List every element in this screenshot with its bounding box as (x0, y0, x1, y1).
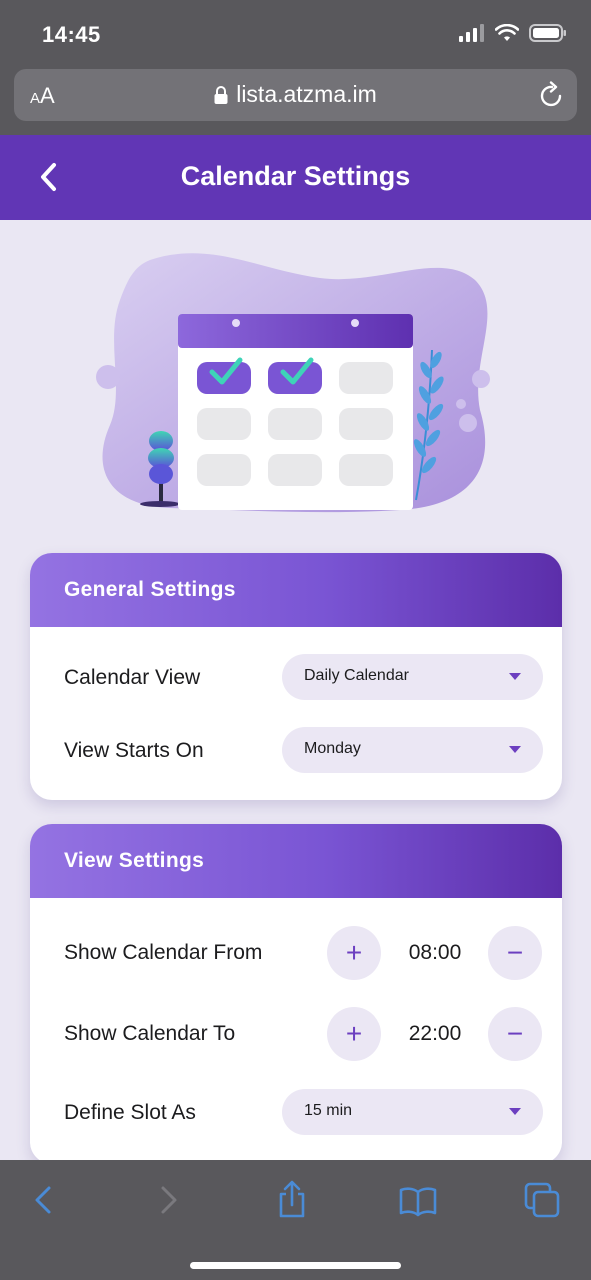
select-value: Monday (304, 740, 361, 757)
show-from-decrease-button[interactable]: − (488, 926, 542, 980)
card-title: General Settings (64, 578, 236, 601)
general-settings-card: General Settings Calendar View Daily Cal… (30, 553, 562, 800)
calendar-view-row: Calendar View Daily Calendar (30, 653, 562, 701)
show-from-increase-button[interactable]: + (327, 926, 381, 980)
show-from-label: Show Calendar From (64, 941, 263, 964)
url-text: lista.atzma.im (236, 81, 377, 107)
reload-icon[interactable] (539, 81, 565, 109)
decor-dot (472, 370, 490, 388)
decor-dot (459, 414, 477, 432)
calendar-card (178, 314, 413, 510)
show-to-label: Show Calendar To (64, 1022, 236, 1045)
forward-chevron-icon[interactable] (148, 1180, 188, 1220)
app-header: Calendar Settings (0, 135, 591, 220)
slot-select[interactable]: 15 min (282, 1089, 543, 1135)
show-to-increase-button[interactable]: + (327, 1007, 381, 1061)
share-icon[interactable] (272, 1180, 312, 1220)
caret-down-icon (509, 1108, 521, 1115)
view-starts-on-select[interactable]: Monday (282, 727, 543, 773)
battery-icon (529, 24, 566, 42)
card-title: View Settings (64, 849, 205, 872)
slot-label: Define Slot As (64, 1101, 196, 1124)
card-header: View Settings (30, 824, 562, 898)
decor-dot (96, 365, 120, 389)
lock-icon (214, 85, 228, 104)
select-value: Daily Calendar (304, 667, 409, 684)
status-bar: 14:45 (0, 0, 591, 62)
tabs-icon[interactable] (522, 1180, 562, 1220)
show-from-row: Show Calendar From + 08:00 − (30, 925, 562, 981)
status-icons (459, 24, 567, 42)
back-chevron-icon[interactable] (24, 1180, 64, 1220)
caret-down-icon (509, 673, 521, 680)
signal-icon (459, 24, 484, 42)
caret-down-icon (509, 746, 521, 753)
show-from-value: 08:00 (408, 941, 462, 964)
view-settings-card: View Settings Show Calendar From + 08:00… (30, 824, 562, 1164)
calendar-view-select[interactable]: Daily Calendar (282, 654, 543, 700)
calendar-illustration (96, 253, 490, 513)
view-starts-on-label: View Starts On (64, 739, 204, 762)
show-to-row: Show Calendar To + 22:00 − (30, 1006, 562, 1062)
show-to-decrease-button[interactable]: − (488, 1007, 542, 1061)
select-value: 15 min (304, 1102, 353, 1119)
card-header: General Settings (30, 553, 562, 627)
address-bar-area: AA lista.atzma.im (0, 62, 591, 135)
browser-toolbar (0, 1160, 591, 1280)
calendar-view-label: Calendar View (64, 666, 201, 689)
slot-row: Define Slot As 15 min (30, 1088, 562, 1136)
show-to-value: 22:00 (408, 1022, 462, 1045)
status-time: 14:45 (42, 22, 101, 47)
address-bar[interactable]: AA lista.atzma.im (14, 69, 577, 121)
decor-dot (456, 399, 466, 409)
view-starts-on-row: View Starts On Monday (30, 726, 562, 774)
home-indicator[interactable] (190, 1262, 401, 1269)
page-title: Calendar Settings (180, 161, 411, 191)
url-display[interactable]: lista.atzma.im (14, 81, 577, 108)
bookmarks-icon[interactable] (398, 1180, 438, 1220)
wifi-icon (495, 24, 519, 41)
